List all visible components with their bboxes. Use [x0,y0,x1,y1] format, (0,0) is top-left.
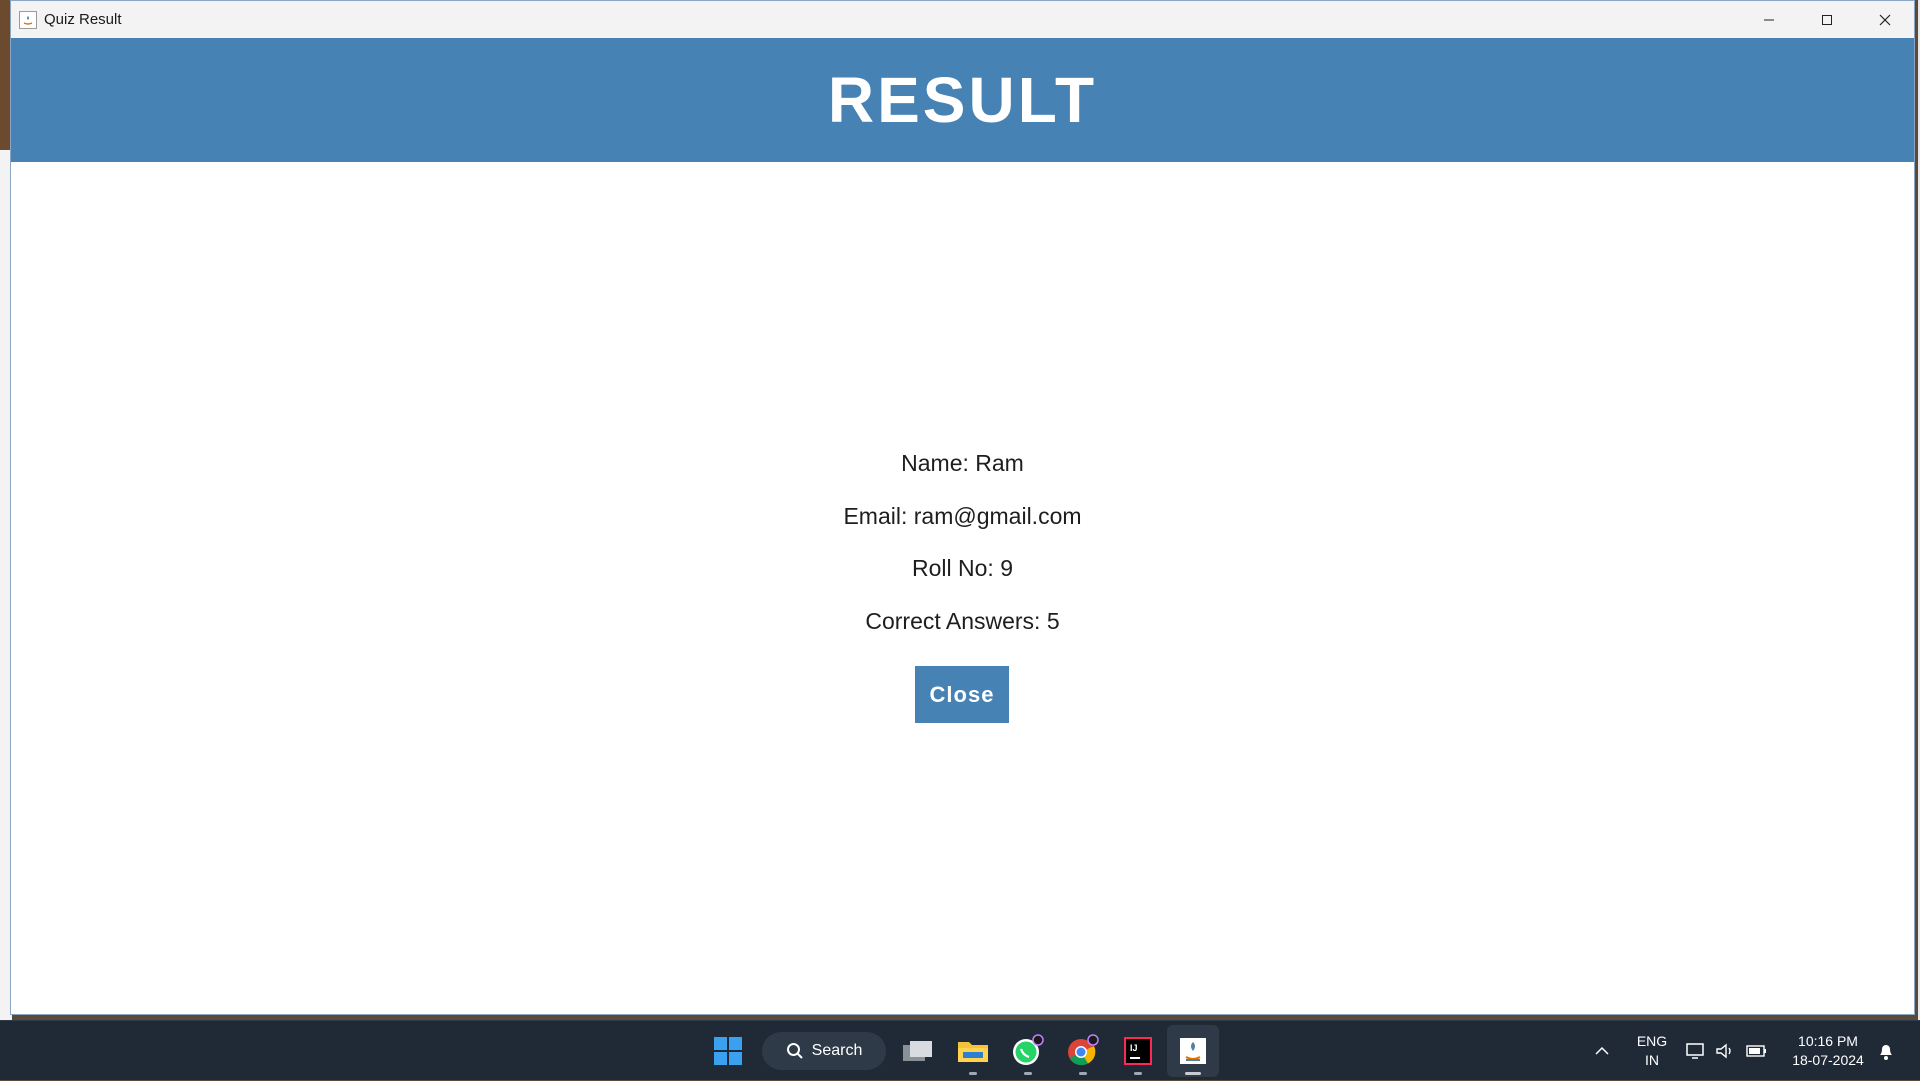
start-button[interactable] [708,1021,748,1081]
whatsapp-icon [1013,1034,1044,1065]
speaker-icon [1716,1043,1731,1059]
window-title: Quiz Result [44,11,122,28]
clock-date: 18-07-2024 [1792,1052,1864,1068]
close-button[interactable]: Close [915,666,1009,723]
file-explorer-button[interactable] [953,1021,993,1081]
result-content: Name: Ram Email: ram@gmail.com Roll No: … [11,162,1914,1014]
quiz-result-window: Quiz Result RESULT Name: Ram Email: ram@… [10,0,1915,1015]
chrome-button[interactable] [1063,1021,1103,1081]
close-window-button[interactable] [1856,1,1914,38]
minimize-icon [1764,19,1774,20]
chrome-icon [1068,1034,1099,1066]
correct-answers-label: Correct Answers: 5 [865,608,1060,634]
clock-time: 10:16 PM [1798,1033,1858,1049]
language-indicator[interactable]: ENG IN [1630,1021,1674,1081]
taskbar-search[interactable]: Search [762,1032,886,1070]
result-header: RESULT [11,38,1914,162]
close-icon [1879,14,1891,25]
battery-button[interactable] [1744,1021,1770,1081]
search-label: Search [811,1042,863,1059]
battery-icon [1746,1045,1766,1057]
taskbar: Search IJ ENG IN 10:16 PM 18-07-2024 [0,1020,1920,1080]
language-code: ENG [1636,1033,1668,1049]
maximize-button[interactable] [1798,1,1856,38]
search-icon [786,1043,803,1059]
java-app-icon [19,10,37,29]
task-view-button[interactable] [898,1021,938,1081]
roll-number-label: Roll No: 9 [912,555,1013,581]
java-app-button[interactable] [1173,1021,1213,1081]
folder-icon [958,1042,988,1062]
name-label: Name: Ram [901,450,1024,476]
network-icon [1686,1043,1704,1059]
chevron-up-icon [1595,1046,1609,1055]
svg-text:IJ: IJ [1130,1043,1138,1053]
network-button[interactable] [1684,1021,1708,1081]
whatsapp-button[interactable] [1008,1021,1048,1081]
clock[interactable]: 10:16 PM 18-07-2024 [1782,1021,1874,1081]
page-title: RESULT [827,64,1098,136]
show-hidden-icons-button[interactable] [1590,1021,1614,1081]
maximize-icon [1822,14,1832,25]
task-view-icon [903,1041,932,1061]
windows-start-icon [714,1037,742,1065]
minimize-button[interactable] [1740,1,1798,38]
java-icon [1180,1038,1206,1064]
intellij-button[interactable]: IJ [1118,1021,1158,1081]
notifications-button[interactable] [1874,1021,1898,1081]
region-code: IN [1645,1052,1659,1068]
volume-button[interactable] [1713,1021,1737,1081]
title-bar[interactable]: Quiz Result [11,1,1914,38]
intellij-icon: IJ [1124,1037,1152,1065]
bell-icon [1880,1045,1892,1060]
email-label: Email: ram@gmail.com [843,503,1082,529]
